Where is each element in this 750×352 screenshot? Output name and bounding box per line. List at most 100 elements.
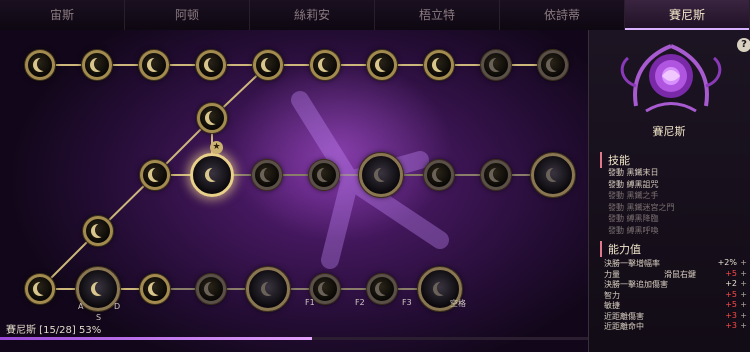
stat-hint: 滑鼠右鍵 [664,269,696,279]
stat-value: +3 [725,321,737,330]
stat-value: +2 [725,279,737,288]
skill-node[interactable] [310,50,340,80]
stat-name: 近距離傷害 [604,311,644,321]
skill-entry: 發動 縛黑呼喚 [608,226,659,235]
moon-icon [261,58,275,72]
key-hint-a: A [78,302,84,311]
stat-value: +5 [725,268,737,278]
moon-icon [205,111,219,125]
tab-aton[interactable]: 阿顿 [125,0,250,30]
skill-entry: 發動 黑鐵之手 [608,191,659,201]
key-hint-f3: F3 [402,298,412,307]
moon-icon [432,58,446,72]
tab-sirian[interactable]: 絲莉安 [250,0,375,30]
skill-node-locked[interactable] [424,160,454,190]
figure-icon [374,168,388,182]
moon-icon [91,224,105,238]
moon-icon [375,282,389,296]
figure-icon [205,168,219,182]
skill-node-locked[interactable] [481,160,511,190]
winged-sigil-icon [261,282,275,296]
progress-bar [0,337,588,340]
skill-entry: 發動 縛黑降臨 [608,214,659,224]
moon-icon [318,58,332,72]
key-hint-f1: F1 [305,298,315,307]
stat-name: 力量 [604,269,620,279]
stat-plus-button[interactable]: + [740,311,747,320]
stat-row: 敏捷 +5 + [604,300,747,311]
skill-node[interactable] [25,274,55,304]
moon-icon [546,58,560,72]
skill-node-locked[interactable] [196,274,226,304]
skill-node-locked[interactable] [481,50,511,80]
key-hint-d: D [114,302,121,311]
moon-icon [317,168,331,182]
tab-wulite[interactable]: 梧立特 [375,0,500,30]
stat-name: 決勝一擊增幅率 [604,259,660,268]
skill-node[interactable] [367,50,397,80]
stat-plus-button[interactable]: + [740,321,747,330]
skill-node-locked[interactable] [309,160,339,190]
skill-node[interactable] [139,50,169,80]
stat-plus-button[interactable]: + [740,258,747,267]
moon-icon [489,58,503,72]
stat-name: 近距離命中 [604,322,644,331]
moon-icon [33,58,47,72]
stat-row: 智力 +5 + [604,290,747,301]
stat-name: 決勝一擊追加傷害 [604,280,668,289]
selected-skill-node[interactable]: ★ [190,141,234,197]
stat-plus-button[interactable]: + [740,290,747,299]
moon-icon [147,58,161,72]
stats-section-title: 能力值 [600,241,641,257]
progress-bar-fill [0,337,312,340]
help-button[interactable]: ? [737,38,750,52]
star-badge-icon: ★ [210,141,223,154]
stat-plus-button[interactable]: + [740,269,747,278]
skill-tree-area: ★ A D S F1 F2 F3 空格 [0,30,588,352]
skill-node[interactable] [140,160,170,190]
skill-node[interactable] [196,50,226,80]
eye-sigil-icon [433,282,447,296]
skill-node[interactable] [424,50,454,80]
moon-icon [204,58,218,72]
skill-node[interactable] [83,216,113,246]
skill-node-locked[interactable] [252,160,282,190]
skill-node[interactable] [197,103,227,133]
skill-node[interactable] [82,50,112,80]
winged-sigil-icon [91,282,105,296]
moon-icon [318,282,332,296]
skill-node-major-locked[interactable] [246,267,290,311]
stat-name: 敏捷 [604,301,620,310]
skill-node-locked[interactable] [367,274,397,304]
stat-value: +3 [725,310,737,320]
tab-zeus[interactable]: 宙斯 [0,0,125,30]
skill-node-major-locked[interactable] [531,153,575,197]
stat-row: 力量 滑鼠右鍵 +5 + [604,269,747,280]
class-tab-bar: 宙斯 阿顿 絲莉安 梧立特 依詩蒂 賽尼斯 [0,0,750,31]
tab-sainis[interactable]: 賽尼斯 [625,0,750,30]
moon-icon [148,168,162,182]
stat-plus-button[interactable]: + [740,279,747,288]
demon-icon [546,168,560,182]
skill-entry: 發動 黑鐵迷宮之門 [608,202,675,212]
skill-entry: 發動 黑鐵末日 [608,168,659,177]
stat-row: 決勝一擊增幅率 +2% + [604,258,747,269]
moon-icon [432,168,446,182]
class-name: 賽尼斯 [652,125,686,138]
skill-node-locked[interactable] [538,50,568,80]
stat-value: +5 [725,300,737,309]
stat-row: 決勝一擊追加傷害 +2 + [604,279,747,290]
stat-row: 近距離命中 +3 + [604,321,747,332]
skill-node[interactable] [25,50,55,80]
moon-icon [33,282,47,296]
skills-section-title: 技能 [600,152,630,168]
stat-value: +5 [725,289,737,299]
stat-plus-button[interactable]: + [740,300,747,309]
progress-label: 賽尼斯 [15/28] 53% [6,325,102,336]
skill-node[interactable] [253,50,283,80]
moon-icon [375,58,389,72]
stat-row: 近距離傷害 +3 + [604,311,747,322]
skill-node[interactable] [140,274,170,304]
skill-node-major-locked[interactable] [359,153,403,197]
tab-yishidi[interactable]: 依詩蒂 [500,0,625,30]
